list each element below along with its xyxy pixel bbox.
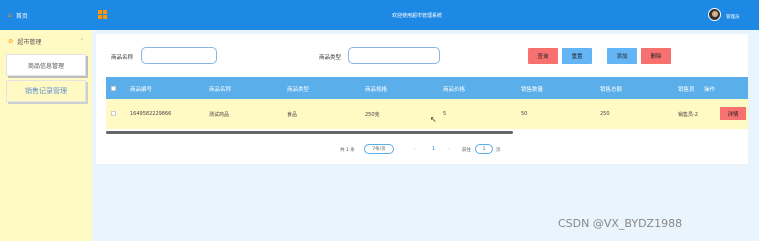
mouse-pointer-icon: ↖ xyxy=(430,115,437,124)
column-header[interactable]: 商品规格 xyxy=(365,85,387,93)
home-icon: ⌂ xyxy=(8,11,12,19)
chevron-up-icon: ⌃ xyxy=(79,38,84,44)
page-title: 欢迎使用超市管理系统 xyxy=(392,13,443,19)
delete-button[interactable]: 删除 xyxy=(641,48,671,64)
sidebar-item-sales-records[interactable]: 销售记录管理 xyxy=(6,80,86,102)
column-header[interactable]: 商品价格 xyxy=(443,85,465,93)
sidebar-home-label: 首页 xyxy=(15,12,28,20)
reset-button[interactable]: 重置 xyxy=(562,48,592,64)
top-header: 欢迎使用超市管理系统 管理员 xyxy=(92,0,759,30)
detail-button[interactable]: 详情 xyxy=(720,107,746,120)
cell-product-type: 食品 xyxy=(287,112,298,118)
product-name-input[interactable] xyxy=(141,47,217,64)
page-size-select[interactable]: 7条/页 xyxy=(364,144,394,154)
watermark: CSDN @VX_BYDZ1988 xyxy=(558,217,683,230)
pagination-total: 共 1 条 xyxy=(340,148,355,153)
cell-product-spec: 250克 xyxy=(365,112,380,118)
query-button[interactable]: 查询 xyxy=(528,48,558,64)
column-header[interactable]: 商品类型 xyxy=(287,85,309,93)
cell-product-name: 测试商品 xyxy=(209,112,230,118)
sidebar-item-label: 销售记录管理 xyxy=(25,87,67,95)
app-window: ⌂ 首页 ⚙ 超市管理 ⌃ 商品信息管理 销售记录管理 欢迎使用超市管理系统 管… xyxy=(0,0,759,241)
goto-label: 前往 xyxy=(462,148,471,153)
next-page-icon[interactable]: › xyxy=(448,147,450,152)
table-row[interactable]: 1649582229866 测试商品 食品 250克 5 50 250 销售员-… xyxy=(106,99,748,129)
page-number-current[interactable]: 1 xyxy=(432,146,435,152)
product-name-label: 商品名称 xyxy=(111,55,134,61)
sidebar-item-product-info[interactable]: 商品信息管理 xyxy=(6,54,86,76)
add-button[interactable]: 添加 xyxy=(607,48,637,64)
select-all-checkbox[interactable] xyxy=(111,86,116,91)
sidebar-item-home[interactable]: ⌂ 首页 xyxy=(0,0,92,30)
sidebar-group-supermarket[interactable]: ⚙ 超市管理 ⌃ xyxy=(0,30,92,52)
column-header[interactable]: 商品名称 xyxy=(209,85,231,93)
sidebar-item-label: 商品信息管理 xyxy=(27,62,64,70)
column-header[interactable]: 销售数量 xyxy=(521,85,543,93)
avatar[interactable] xyxy=(708,8,721,21)
cell-seller: 销售员-2 xyxy=(678,112,698,118)
cell-product-id: 1649582229866 xyxy=(130,111,172,117)
cell-sales-total: 250 xyxy=(600,111,610,117)
goto-page-input[interactable]: 1 xyxy=(475,144,493,154)
sidebar: ⌂ 首页 ⚙ 超市管理 ⌃ 商品信息管理 销售记录管理 xyxy=(0,0,92,241)
content-card: 商品名称 商品类型 查询 重置 添加 删除 商品编号 商品名称 商品类型 商品规… xyxy=(96,34,748,164)
username-label[interactable]: 管理员 xyxy=(726,14,740,20)
table-header: 商品编号 商品名称 商品类型 商品规格 商品价格 销售数量 销售总额 销售员 操… xyxy=(106,77,748,99)
product-type-input[interactable] xyxy=(348,47,440,64)
main-content: 商品名称 商品类型 查询 重置 添加 删除 商品编号 商品名称 商品类型 商品规… xyxy=(92,30,759,241)
row-checkbox[interactable] xyxy=(111,111,116,116)
store-icon: ⚙ xyxy=(8,37,14,45)
page-unit-label: 页 xyxy=(496,148,501,153)
cell-product-price: 5 xyxy=(443,111,447,117)
cell-sales-qty: 50 xyxy=(521,111,528,117)
prev-page-icon[interactable]: ‹ xyxy=(414,147,416,152)
column-header[interactable]: 销售员 xyxy=(678,85,695,93)
column-header[interactable]: 商品编号 xyxy=(130,85,152,93)
menu-grid-icon[interactable] xyxy=(98,10,107,19)
column-header: 操作 xyxy=(704,87,716,93)
sidebar-group-label: 超市管理 xyxy=(17,38,42,46)
column-header[interactable]: 销售总额 xyxy=(600,85,622,93)
horizontal-scrollbar[interactable] xyxy=(106,131,513,134)
product-type-label: 商品类型 xyxy=(319,55,342,61)
